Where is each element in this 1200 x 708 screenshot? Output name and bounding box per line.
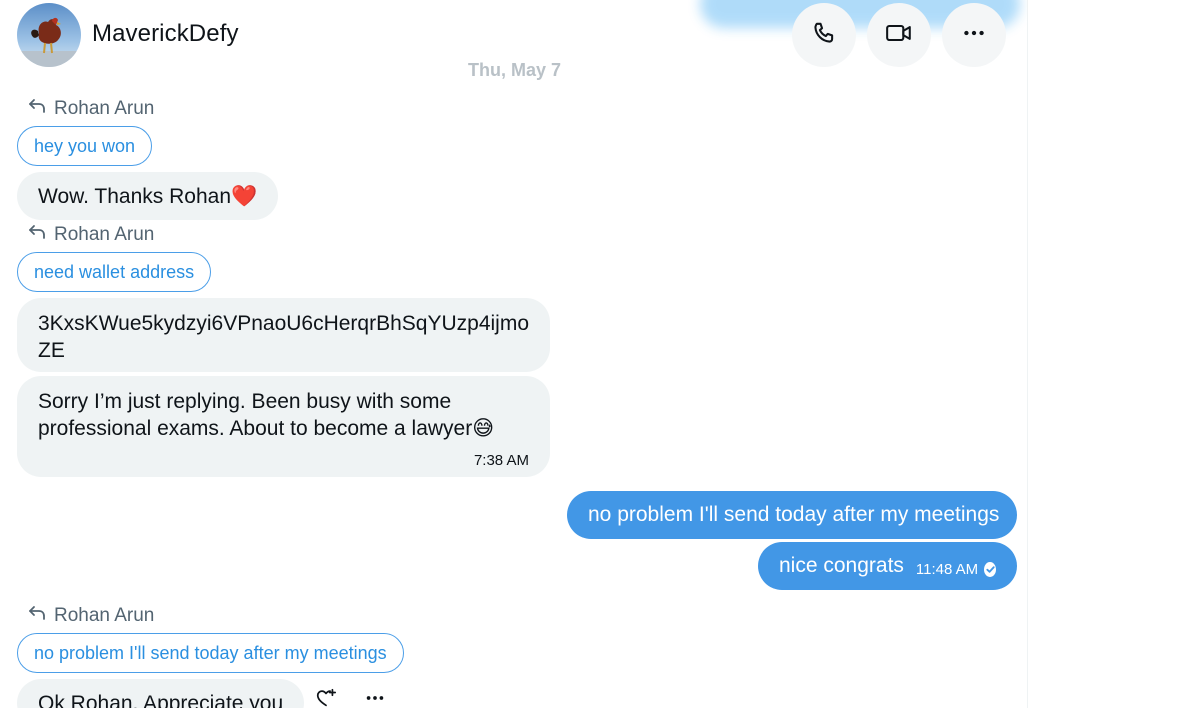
reply-indicator: Rohan Arun [28, 98, 154, 120]
reply-author: Rohan Arun [54, 98, 155, 119]
message-timestamp: 11:48 AM [915, 560, 979, 578]
message-bubble[interactable]: 3KxsKWue5kydzyi6VPnaoU6cHerqrBhSqYUzp4ij… [17, 298, 550, 372]
reply-indicator: Rohan Arun [28, 224, 154, 246]
message-bubble[interactable]: Wow. Thanks Rohan❤️ [17, 172, 279, 220]
call-button[interactable] [792, 3, 856, 67]
react-icon [315, 687, 337, 708]
conversation-title[interactable]: MaverickDefy [92, 20, 239, 48]
message-text: 3KxsKWue5kydzyi6VPnaoU6cHerqrBhSqYUzp4ij… [38, 312, 530, 362]
reply-author: Rohan Arun [54, 224, 155, 245]
react-button[interactable] [314, 688, 338, 708]
reply-indicator: Rohan Arun [28, 605, 154, 627]
message-bubble-outgoing[interactable]: nice congrats 11:48 AM [758, 542, 1017, 590]
read-check-icon [984, 561, 996, 577]
message-text: no problem I'll send today after my meet… [588, 503, 1000, 526]
message-bubble[interactable]: Ok Rohan. Appreciate you [17, 679, 305, 708]
reply-arrow-icon [28, 605, 46, 627]
message-text: nice congrats [779, 554, 904, 577]
video-call-icon [885, 20, 913, 51]
quoted-message[interactable]: hey you won [17, 126, 153, 166]
message-text: Ok Rohan. Appreciate you [38, 691, 284, 708]
message-timestamp: 7:38 AM [473, 452, 529, 469]
more-icon [961, 20, 987, 51]
message-bubble-outgoing[interactable]: no problem I'll send today after my meet… [567, 491, 1017, 539]
message-bubble[interactable]: Sorry I’m just replying. Been busy with … [17, 376, 550, 477]
quoted-message[interactable]: no problem I'll send today after my meet… [17, 633, 404, 673]
message-text: Sorry I’m just replying. Been busy with … [38, 390, 495, 440]
reply-arrow-icon [28, 224, 46, 246]
message-more-button[interactable] [363, 688, 387, 708]
message-text: Wow. Thanks Rohan❤️ [38, 184, 258, 208]
date-separator: Thu, May 7 [468, 60, 562, 80]
phone-icon [811, 20, 837, 51]
video-call-button[interactable] [867, 3, 931, 67]
more-options-button[interactable] [942, 3, 1006, 67]
reply-arrow-icon [28, 98, 46, 120]
more-icon [364, 687, 386, 708]
reply-author: Rohan Arun [54, 605, 155, 626]
side-panel [1029, 0, 1200, 708]
avatar[interactable] [17, 3, 81, 67]
quoted-message[interactable]: need wallet address [17, 252, 212, 292]
conversation-pane: MaverickDefy Thu, May 7 Rohan Arun hey y… [0, 0, 1028, 708]
